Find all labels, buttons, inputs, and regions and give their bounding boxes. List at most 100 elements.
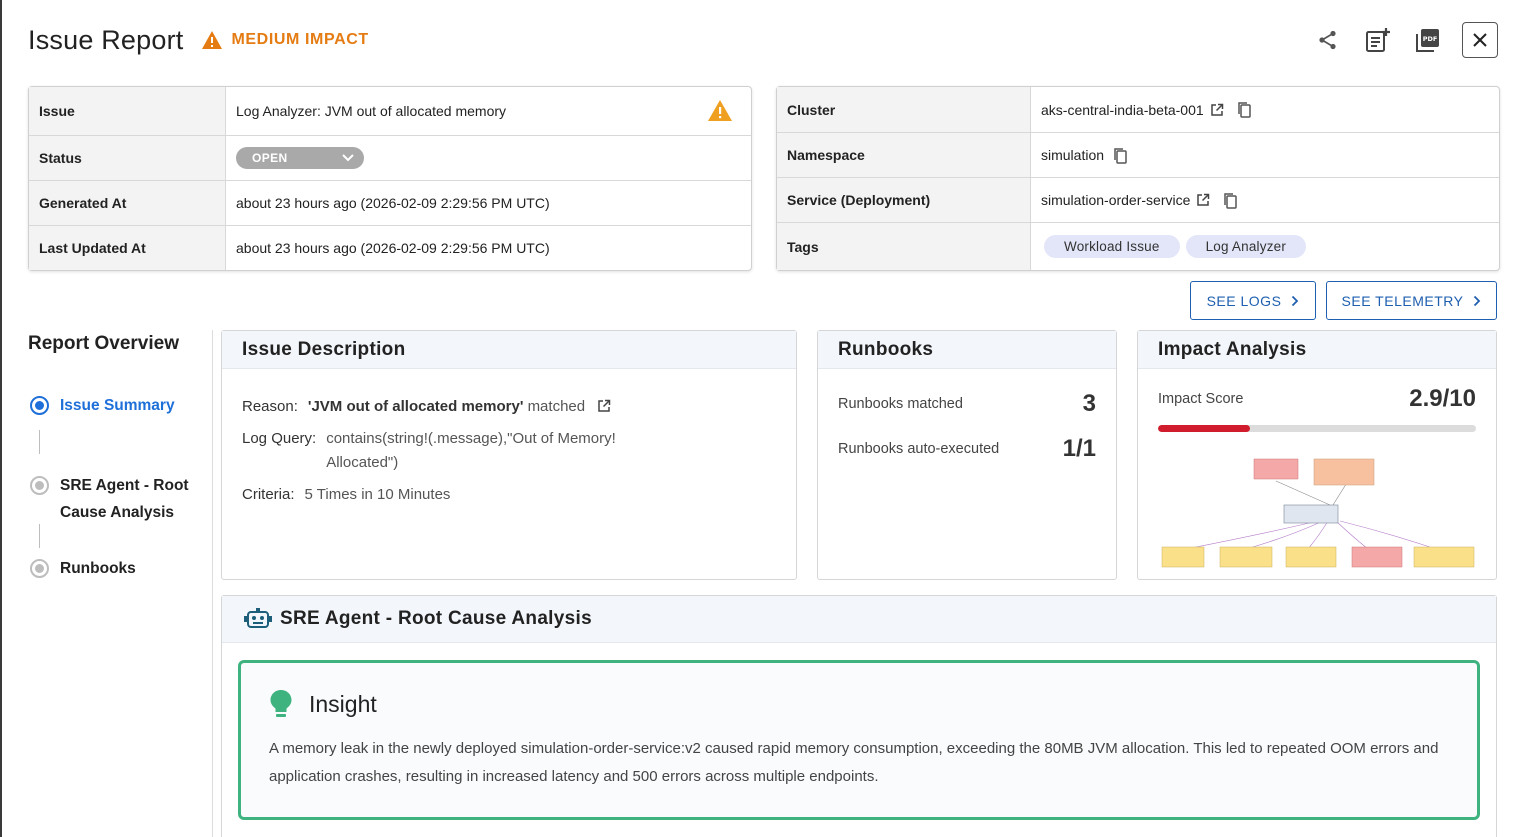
header-actions: PDF bbox=[1296, 20, 1498, 60]
impact-analysis-card: Impact Analysis Impact Score 2.9/10 bbox=[1137, 330, 1497, 580]
runbooks-auto-label: Runbooks auto-executed bbox=[838, 441, 1000, 457]
resource-info-table: Cluster aks-central-india-beta-001 Names… bbox=[776, 86, 1500, 271]
description-body: Reason: 'JVM out of allocated memory' ma… bbox=[222, 369, 796, 507]
insight-header: Insight bbox=[269, 689, 1449, 719]
last-updated-key: Last Updated At bbox=[29, 226, 226, 270]
tag-chip: Log Analyzer bbox=[1185, 235, 1307, 258]
reason-suffix: matched bbox=[527, 398, 586, 415]
tags-value: Workload Issue Log Analyzer bbox=[1031, 223, 1499, 270]
status-key: Status bbox=[29, 136, 226, 180]
step-label: Issue Summary bbox=[60, 397, 175, 414]
insight-box: Insight A memory leak in the newly deplo… bbox=[238, 660, 1480, 820]
criteria-value: 5 Times in 10 Minutes bbox=[304, 486, 451, 503]
service-dependency-graph[interactable] bbox=[1158, 457, 1478, 577]
status-row: Status OPEN bbox=[29, 135, 751, 180]
nav-divider bbox=[212, 330, 213, 837]
criteria-line: Criteria: 5 Times in 10 Minutes bbox=[242, 483, 776, 507]
share-icon[interactable] bbox=[1310, 22, 1346, 58]
criteria-key: Criteria: bbox=[242, 486, 295, 503]
tags-row: Tags Workload Issue Log Analyzer bbox=[777, 222, 1499, 270]
robot-icon bbox=[244, 608, 272, 628]
runbooks-auto-value: 1/1 bbox=[1062, 435, 1096, 462]
runbooks-card: Runbooks Runbooks matched 3 Runbooks aut… bbox=[817, 330, 1117, 580]
chevron-right-icon bbox=[1292, 295, 1299, 306]
chevron-right-icon bbox=[1474, 295, 1481, 306]
step-issue-summary[interactable]: Issue Summary bbox=[30, 396, 200, 419]
copy-icon[interactable] bbox=[1222, 192, 1238, 209]
insight-text: A memory leak in the newly deployed simu… bbox=[269, 740, 1439, 785]
step-runbooks[interactable]: Runbooks bbox=[30, 559, 200, 582]
reason-key: Reason: bbox=[242, 398, 298, 415]
last-updated-row: Last Updated At about 23 hours ago (2026… bbox=[29, 225, 751, 270]
see-logs-label: SEE LOGS bbox=[1206, 292, 1282, 309]
impact-badge: MEDIUM IMPACT bbox=[201, 30, 368, 50]
radio-active-icon bbox=[30, 396, 49, 415]
issue-report-page: Issue Report MEDIUM IMPACT PDF Issue Log bbox=[0, 0, 1522, 837]
reason-value: 'JVM out of allocated memory' matched bbox=[308, 395, 611, 419]
insight-title: Insight bbox=[309, 690, 377, 717]
copy-icon[interactable] bbox=[1112, 147, 1128, 164]
query-key: Log Query: bbox=[242, 430, 317, 447]
issue-info-table: Issue Log Analyzer: JVM out of allocated… bbox=[28, 86, 752, 271]
status-select[interactable]: OPEN bbox=[236, 147, 364, 169]
cluster-value: aks-central-india-beta-001 bbox=[1031, 87, 1499, 132]
external-link-icon[interactable] bbox=[597, 399, 611, 413]
overview-title: Report Overview bbox=[28, 333, 179, 354]
namespace-name: simulation bbox=[1041, 147, 1105, 163]
pdf-icon[interactable]: PDF bbox=[1410, 22, 1446, 58]
impact-score-row: Impact Score 2.9/10 bbox=[1138, 385, 1496, 413]
issue-value: Log Analyzer: JVM out of allocated memor… bbox=[226, 87, 751, 135]
svg-text:PDF: PDF bbox=[1423, 35, 1438, 43]
status-selected: OPEN bbox=[252, 151, 288, 165]
lightbulb-icon bbox=[270, 690, 292, 717]
copy-icon[interactable] bbox=[1236, 101, 1252, 118]
impact-label: MEDIUM IMPACT bbox=[231, 31, 369, 48]
issue-warning-icon bbox=[707, 99, 733, 125]
close-button[interactable] bbox=[1462, 22, 1498, 58]
warning-icon bbox=[202, 31, 223, 49]
namespace-key: Namespace bbox=[777, 133, 1031, 177]
rca-title: SRE Agent - Root Cause Analysis bbox=[280, 608, 592, 629]
cluster-name: aks-central-india-beta-001 bbox=[1041, 101, 1204, 118]
cluster-row: Cluster aks-central-india-beta-001 bbox=[777, 87, 1499, 132]
report-header: Issue Report MEDIUM IMPACT PDF bbox=[28, 20, 1498, 60]
tags-key: Tags bbox=[777, 223, 1031, 270]
namespace-row: Namespace simulation bbox=[777, 132, 1499, 177]
query-line: Log Query: contains(string!(.message),"O… bbox=[242, 427, 776, 475]
root-cause-analysis-section: SRE Agent - Root Cause Analysis Insight … bbox=[221, 595, 1497, 837]
step-connector bbox=[39, 524, 40, 548]
runbooks-matched-row: Runbooks matched 3 bbox=[818, 389, 1116, 419]
reason-line: Reason: 'JVM out of allocated memory' ma… bbox=[242, 395, 776, 419]
cluster-key: Cluster bbox=[777, 87, 1031, 132]
service-value: simulation-order-service bbox=[1031, 178, 1499, 222]
step-label: Runbooks bbox=[60, 560, 136, 577]
close-icon bbox=[1473, 33, 1487, 47]
radio-inactive-icon bbox=[30, 476, 49, 495]
runbooks-matched-label: Runbooks matched bbox=[838, 396, 963, 412]
card-title: Runbooks bbox=[818, 331, 1116, 369]
see-logs-button[interactable]: SEE LOGS bbox=[1190, 281, 1316, 320]
chevron-down-icon bbox=[342, 154, 354, 162]
issue-key: Issue bbox=[29, 87, 226, 135]
last-updated-value: about 23 hours ago (2026-02-09 2:29:56 P… bbox=[236, 240, 550, 256]
external-link-icon[interactable] bbox=[1196, 193, 1210, 207]
page-title: Issue Report bbox=[28, 24, 184, 55]
service-row: Service (Deployment) simulation-order-se… bbox=[777, 177, 1499, 222]
generated-at-key: Generated At bbox=[29, 181, 226, 225]
rca-header: SRE Agent - Root Cause Analysis bbox=[222, 596, 1496, 643]
add-note-icon[interactable] bbox=[1360, 22, 1396, 58]
generated-at-value: about 23 hours ago (2026-02-09 2:29:56 P… bbox=[236, 195, 550, 211]
card-title: Impact Analysis bbox=[1138, 331, 1496, 369]
step-label: SRE Agent - Root Cause Analysis bbox=[60, 477, 189, 521]
service-key: Service (Deployment) bbox=[777, 178, 1031, 222]
step-root-cause[interactable]: SRE Agent - Root Cause Analysis bbox=[30, 476, 200, 526]
external-link-icon[interactable] bbox=[1210, 103, 1224, 117]
impact-score-fill bbox=[1158, 425, 1251, 432]
issue-row: Issue Log Analyzer: JVM out of allocated… bbox=[29, 87, 751, 135]
status-value: OPEN bbox=[226, 136, 751, 180]
step-connector bbox=[39, 430, 40, 454]
see-telemetry-button[interactable]: SEE TELEMETRY bbox=[1326, 281, 1497, 320]
runbooks-matched-value: 3 bbox=[1082, 390, 1096, 417]
issue-text: Log Analyzer: JVM out of allocated memor… bbox=[236, 103, 507, 119]
service-name: simulation-order-service bbox=[1041, 192, 1191, 208]
